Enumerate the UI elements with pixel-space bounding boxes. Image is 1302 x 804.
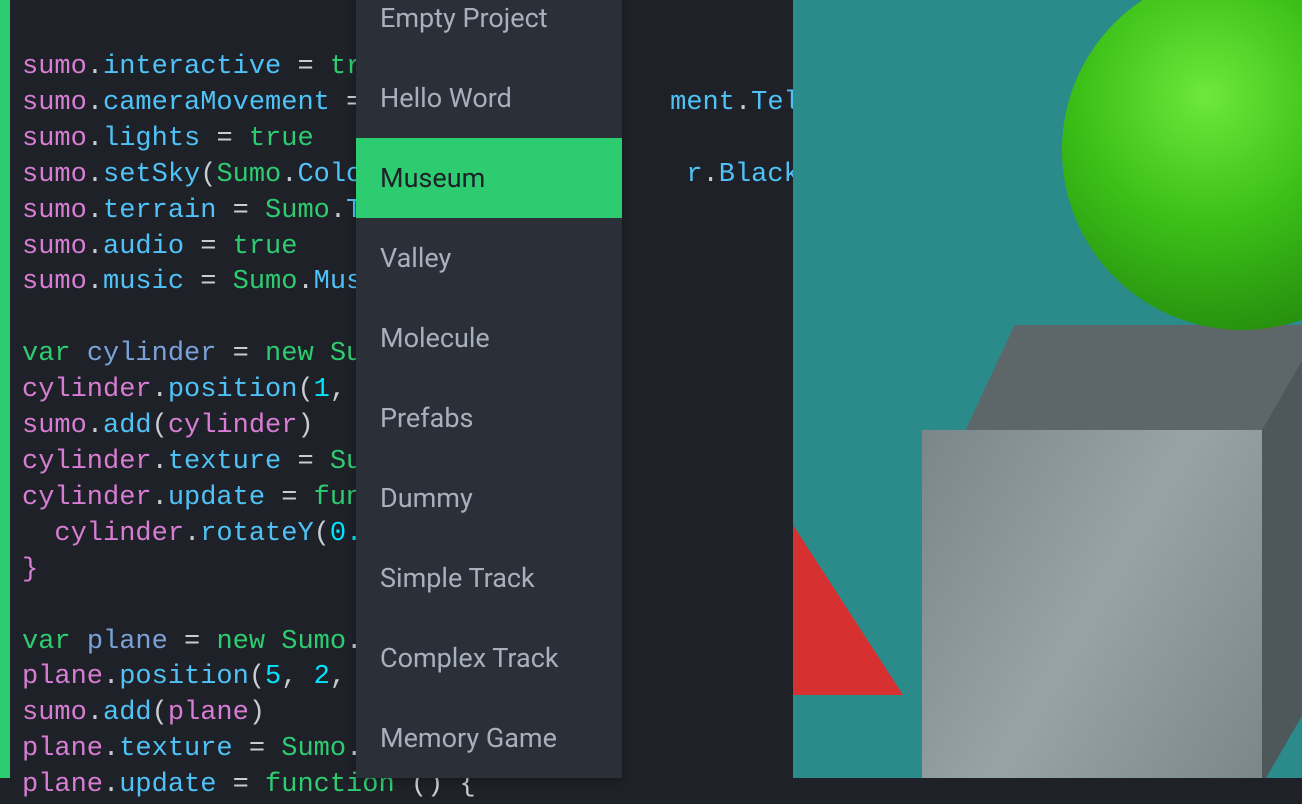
code-token: sumo	[22, 52, 87, 82]
code-token: Sumo	[216, 160, 281, 190]
code-token: Black	[719, 160, 800, 190]
code-token: Sumo	[281, 734, 346, 764]
code-token: new	[265, 339, 314, 369]
code-token: cameraMovement	[103, 88, 330, 118]
code-token: plane	[168, 698, 249, 728]
code-token: texture	[119, 734, 232, 764]
code-token: audio	[103, 232, 184, 262]
dropdown-item-memory-game[interactable]: Memory Game	[356, 698, 622, 778]
dropdown-item-empty-project[interactable]: Empty Project	[356, 0, 622, 58]
dropdown-item-complex-track[interactable]: Complex Track	[356, 618, 622, 698]
code-token: add	[103, 411, 152, 441]
preview-shape-sphere	[1062, 0, 1302, 330]
code-token: }	[22, 555, 38, 585]
code-token: new	[216, 627, 265, 657]
code-token: texture	[168, 447, 281, 477]
preview-shape-red	[793, 525, 903, 695]
code-token: terrain	[103, 196, 216, 226]
code-token: 5	[265, 662, 281, 692]
code-token: 1	[314, 375, 330, 405]
preview-shape-box-front	[922, 430, 1262, 778]
code-token: lights	[103, 124, 200, 154]
code-token: cylinder	[22, 483, 152, 513]
code-token: plane	[22, 662, 103, 692]
dropdown-item-prefabs[interactable]: Prefabs	[356, 378, 622, 458]
code-token: cylinder	[22, 375, 152, 405]
dropdown-item-molecule[interactable]: Molecule	[356, 298, 622, 378]
code-token: Sumo	[233, 267, 298, 297]
code-token: position	[119, 662, 249, 692]
code-token: Sumo	[265, 196, 330, 226]
code-token: add	[103, 698, 152, 728]
preview-pane	[793, 0, 1302, 778]
code-token: plane	[22, 734, 103, 764]
code-token: sumo	[22, 267, 87, 297]
preview-shape-box	[922, 325, 1302, 778]
dropdown-item-dummy[interactable]: Dummy	[356, 458, 622, 538]
code-token: Sumo	[281, 627, 346, 657]
code-token: cylinder	[168, 411, 298, 441]
code-token: plane	[22, 770, 103, 800]
code-token: sumo	[22, 411, 87, 441]
code-token: music	[103, 267, 184, 297]
code-token: interactive	[103, 52, 281, 82]
code-token: ment	[670, 88, 735, 118]
code-token: setSky	[103, 160, 200, 190]
code-token: true	[249, 124, 314, 154]
template-dropdown[interactable]: Empty Project Hello Word Museum Valley M…	[356, 0, 622, 778]
code-token: var	[22, 627, 71, 657]
dropdown-item-hello-word[interactable]: Hello Word	[356, 58, 622, 138]
code-token: cylinder	[87, 339, 217, 369]
code-token: r	[686, 160, 702, 190]
dropdown-item-museum[interactable]: Museum	[356, 138, 622, 218]
code-token: true	[233, 232, 298, 262]
dropdown-item-simple-track[interactable]: Simple Track	[356, 538, 622, 618]
code-token: sumo	[22, 196, 87, 226]
code-token: sumo	[22, 698, 87, 728]
dropdown-item-valley[interactable]: Valley	[356, 218, 622, 298]
code-token: cylinder	[22, 447, 152, 477]
code-token: sumo	[22, 232, 87, 262]
code-token: plane	[87, 627, 168, 657]
code-token: position	[168, 375, 298, 405]
code-token: update	[168, 483, 265, 513]
code-token: var	[22, 339, 71, 369]
code-token: 2	[314, 662, 330, 692]
code-token: sumo	[22, 160, 87, 190]
code-token: cylinder	[54, 519, 184, 549]
code-token: sumo	[22, 124, 87, 154]
editor-gutter-bar	[0, 0, 10, 778]
code-token: rotateY	[200, 519, 313, 549]
code-token: sumo	[22, 88, 87, 118]
code-token: update	[119, 770, 216, 800]
